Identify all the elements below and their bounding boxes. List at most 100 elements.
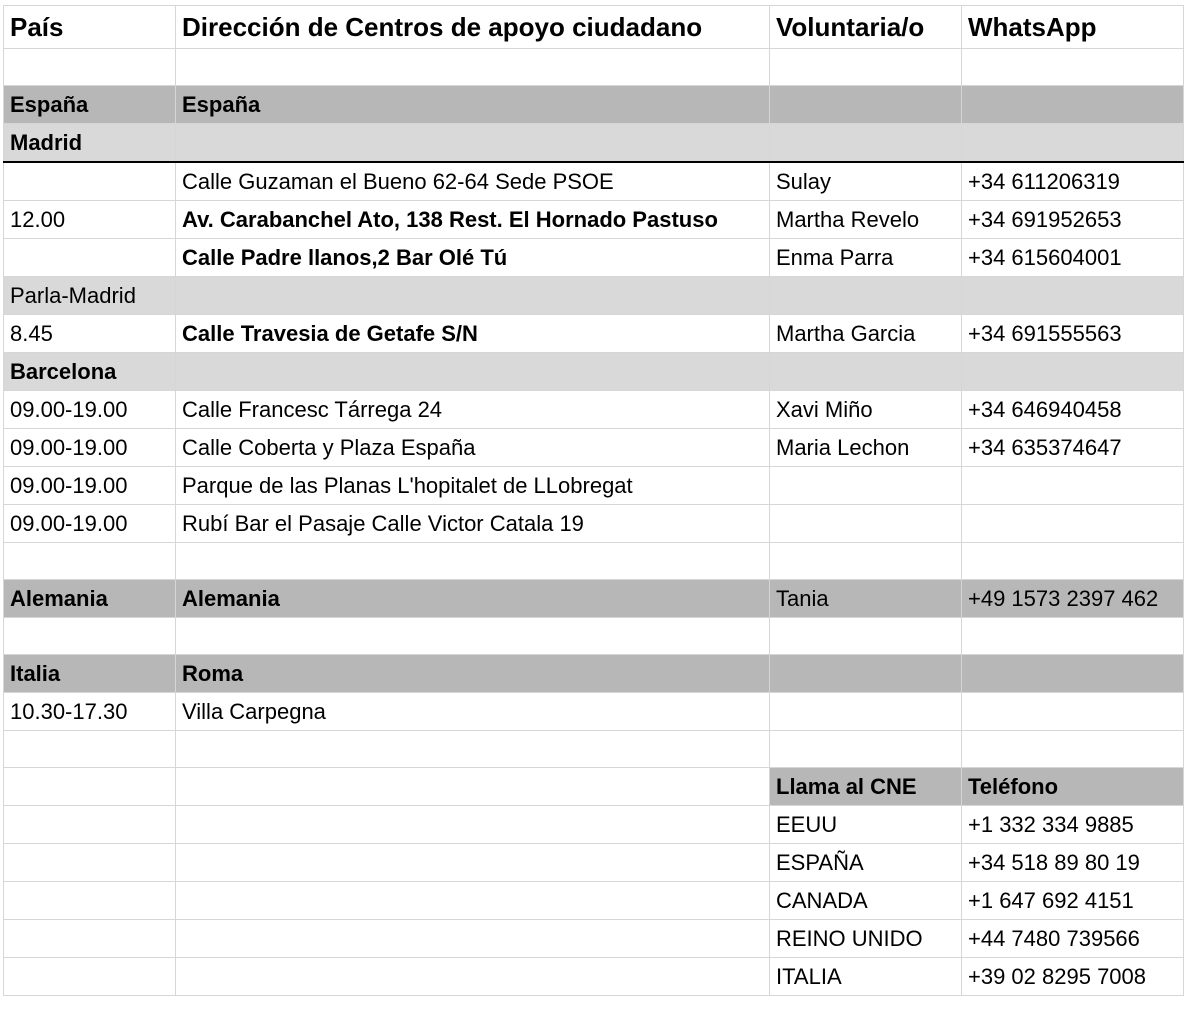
region-cell[interactable]: Alemania xyxy=(175,579,770,618)
phone-cell[interactable]: +34 691952653 xyxy=(961,200,1184,239)
country-cell[interactable]: España xyxy=(3,85,176,124)
cell[interactable] xyxy=(3,617,176,655)
time-cell[interactable]: 09.00-19.00 xyxy=(3,428,176,467)
country-cell[interactable]: Alemania xyxy=(3,579,176,618)
cne-country-cell[interactable]: ITALIA xyxy=(769,957,962,996)
cell[interactable] xyxy=(769,276,962,315)
cell[interactable] xyxy=(175,48,770,86)
cell[interactable] xyxy=(3,542,176,580)
cell[interactable] xyxy=(3,730,176,768)
cell[interactable] xyxy=(961,85,1184,124)
cne-phone-cell[interactable]: +1 647 692 4151 xyxy=(961,881,1184,920)
cell[interactable] xyxy=(3,919,176,958)
cell[interactable] xyxy=(3,805,176,844)
volunteer-cell[interactable]: Enma Parra xyxy=(769,238,962,277)
address-cell[interactable]: Rubí Bar el Pasaje Calle Victor Catala 1… xyxy=(175,504,770,543)
cell[interactable] xyxy=(175,617,770,655)
volunteer-cell[interactable]: Maria Lechon xyxy=(769,428,962,467)
cne-country-cell[interactable]: EEUU xyxy=(769,805,962,844)
cell[interactable] xyxy=(175,805,770,844)
header-pais[interactable]: País xyxy=(3,5,176,49)
time-cell[interactable]: 12.00 xyxy=(3,200,176,239)
city-label[interactable]: Madrid xyxy=(3,123,176,163)
address-cell[interactable]: Villa Carpegna xyxy=(175,692,770,731)
address-cell[interactable]: Calle Travesia de Getafe S/N xyxy=(175,314,770,353)
time-cell[interactable]: 10.30-17.30 xyxy=(3,692,176,731)
cell[interactable] xyxy=(961,352,1184,391)
volunteer-cell[interactable]: Martha Revelo xyxy=(769,200,962,239)
cell[interactable] xyxy=(769,352,962,391)
time-cell[interactable]: 09.00-19.00 xyxy=(3,390,176,429)
phone-cell[interactable] xyxy=(961,466,1184,505)
cell[interactable] xyxy=(769,730,962,768)
cne-phone-cell[interactable]: +44 7480 739566 xyxy=(961,919,1184,958)
time-cell[interactable] xyxy=(3,238,176,277)
address-cell[interactable]: Parque de las Planas L'hopitalet de LLob… xyxy=(175,466,770,505)
cne-country-cell[interactable]: CANADA xyxy=(769,881,962,920)
cell[interactable] xyxy=(175,843,770,882)
cell[interactable] xyxy=(961,48,1184,86)
cell[interactable] xyxy=(769,85,962,124)
cell[interactable] xyxy=(769,48,962,86)
cne-phone-cell[interactable]: +34 518 89 80 19 xyxy=(961,843,1184,882)
cne-phone-cell[interactable]: +1 332 334 9885 xyxy=(961,805,1184,844)
cne-country-cell[interactable]: REINO UNIDO xyxy=(769,919,962,958)
cell[interactable] xyxy=(961,730,1184,768)
volunteer-cell[interactable] xyxy=(769,466,962,505)
address-cell[interactable]: Calle Francesc Tárrega 24 xyxy=(175,390,770,429)
phone-cell[interactable] xyxy=(961,504,1184,543)
cell[interactable] xyxy=(175,276,770,315)
time-cell[interactable]: 8.45 xyxy=(3,314,176,353)
header-direccion[interactable]: Dirección de Centros de apoyo ciudadano xyxy=(175,5,770,49)
cell[interactable] xyxy=(961,542,1184,580)
cell[interactable] xyxy=(769,617,962,655)
cell[interactable] xyxy=(3,843,176,882)
phone-cell[interactable]: +34 691555563 xyxy=(961,314,1184,353)
cell[interactable] xyxy=(175,123,770,163)
address-cell[interactable]: Calle Coberta y Plaza España xyxy=(175,428,770,467)
address-cell[interactable]: Calle Padre llanos,2 Bar Olé Tú xyxy=(175,238,770,277)
volunteer-cell[interactable] xyxy=(769,504,962,543)
header-whatsapp[interactable]: WhatsApp xyxy=(961,5,1184,49)
phone-cell[interactable]: +34 611206319 xyxy=(961,161,1184,201)
cell[interactable] xyxy=(3,767,176,806)
cell[interactable] xyxy=(769,123,962,163)
cell[interactable] xyxy=(769,692,962,731)
cell[interactable] xyxy=(175,881,770,920)
cell[interactable] xyxy=(961,654,1184,693)
header-voluntario[interactable]: Voluntaria/o xyxy=(769,5,962,49)
time-cell[interactable] xyxy=(3,161,176,201)
cne-header-phone[interactable]: Teléfono xyxy=(961,767,1184,806)
cell[interactable] xyxy=(175,919,770,958)
phone-cell[interactable]: +34 646940458 xyxy=(961,390,1184,429)
cell[interactable] xyxy=(175,767,770,806)
phone-cell[interactable]: +34 635374647 xyxy=(961,428,1184,467)
cell[interactable] xyxy=(3,48,176,86)
cell[interactable] xyxy=(175,352,770,391)
cne-header-label[interactable]: Llama al CNE xyxy=(769,767,962,806)
city-label[interactable]: Parla-Madrid xyxy=(3,276,176,315)
cne-phone-cell[interactable]: +39 02 8295 7008 xyxy=(961,957,1184,996)
cell[interactable] xyxy=(769,542,962,580)
cne-country-cell[interactable]: ESPAÑA xyxy=(769,843,962,882)
time-cell[interactable]: 09.00-19.00 xyxy=(3,466,176,505)
volunteer-cell[interactable]: Tania xyxy=(769,579,962,618)
address-cell[interactable]: Calle Guzaman el Bueno 62-64 Sede PSOE xyxy=(175,161,770,201)
cell[interactable] xyxy=(175,957,770,996)
address-cell[interactable]: Av. Carabanchel Ato, 138 Rest. El Hornad… xyxy=(175,200,770,239)
cell[interactable] xyxy=(961,276,1184,315)
cell[interactable] xyxy=(769,654,962,693)
cell[interactable] xyxy=(961,617,1184,655)
volunteer-cell[interactable]: Xavi Miño xyxy=(769,390,962,429)
time-cell[interactable]: 09.00-19.00 xyxy=(3,504,176,543)
country-cell[interactable]: Italia xyxy=(3,654,176,693)
region-cell[interactable]: Roma xyxy=(175,654,770,693)
volunteer-cell[interactable]: Martha Garcia xyxy=(769,314,962,353)
cell[interactable] xyxy=(3,881,176,920)
cell[interactable] xyxy=(3,957,176,996)
cell[interactable] xyxy=(175,730,770,768)
cell[interactable] xyxy=(175,542,770,580)
city-label[interactable]: Barcelona xyxy=(3,352,176,391)
cell[interactable] xyxy=(961,123,1184,163)
region-cell[interactable]: España xyxy=(175,85,770,124)
